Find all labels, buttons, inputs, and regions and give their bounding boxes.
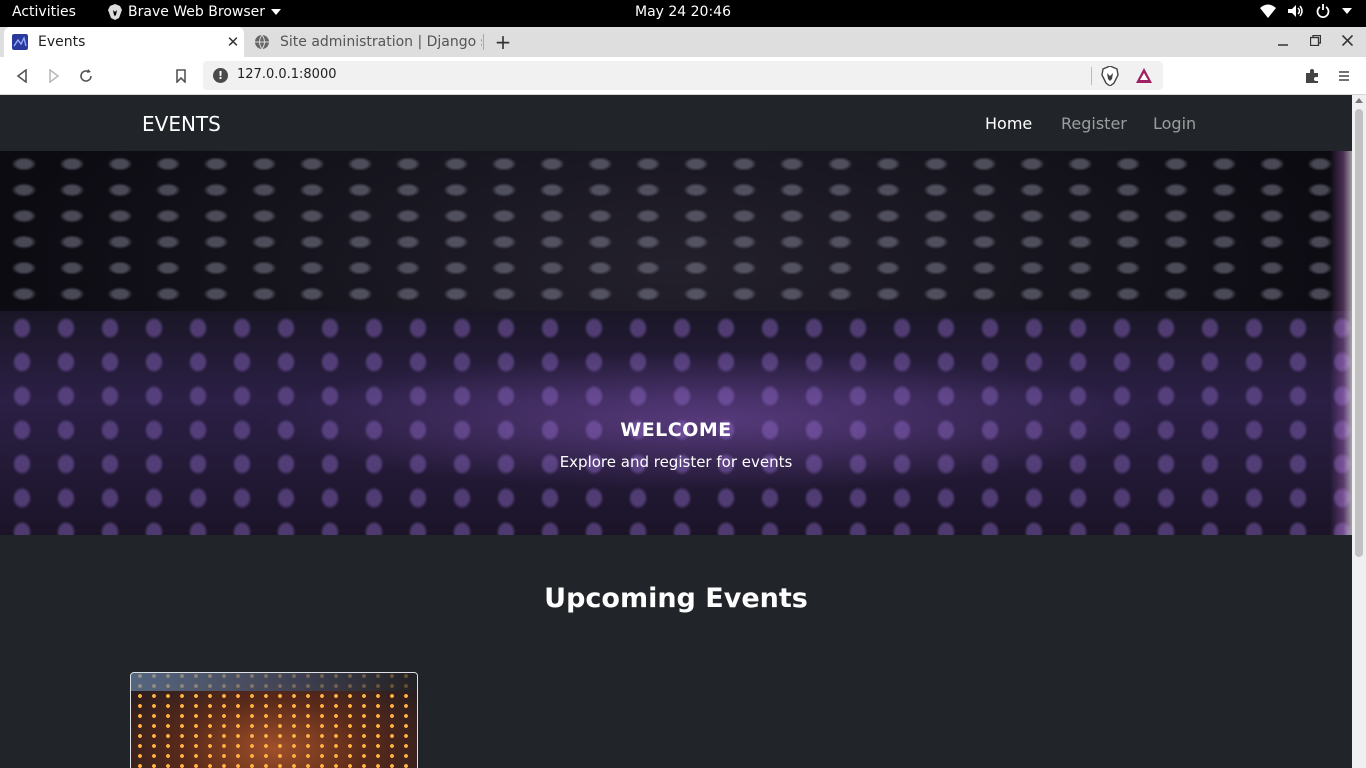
page-scrollbar[interactable] — [1352, 95, 1366, 768]
reload-icon — [80, 69, 92, 82]
address-bar-divider — [1091, 67, 1092, 85]
hero-heading: WELCOME — [620, 419, 732, 441]
nav-register[interactable]: Register — [1061, 114, 1127, 133]
close-tab-icon[interactable]: ✕ — [222, 33, 244, 51]
maximize-button[interactable] — [1299, 27, 1331, 57]
upcoming-events-heading: Upcoming Events — [544, 583, 808, 614]
hero-subtext: Explore and register for events — [559, 453, 793, 471]
close-icon — [1341, 34, 1353, 47]
site-navbar: EVENTS Home Register Login — [0, 95, 1352, 151]
app-menu-label: Brave Web Browser — [128, 4, 265, 20]
tab-title: Events — [38, 34, 86, 50]
back-button[interactable] — [11, 65, 33, 87]
events-favicon-icon — [12, 34, 28, 50]
reload-button[interactable] — [75, 65, 97, 87]
new-tab-button[interactable]: + — [492, 27, 514, 57]
brave-shields-icon[interactable] — [1101, 66, 1119, 86]
brave-rewards-icon[interactable] — [1135, 67, 1153, 85]
system-tray[interactable] — [1260, 4, 1352, 18]
brave-lion-icon — [108, 4, 122, 20]
event-card[interactable] — [130, 672, 418, 768]
back-icon — [16, 69, 27, 83]
tab-title: Site administration | Django s — [280, 34, 482, 50]
globe-icon — [255, 34, 269, 50]
tab-django-admin[interactable]: Site administration | Django s — [246, 27, 482, 57]
scrollbar-thumb[interactable] — [1355, 109, 1363, 557]
site-brand[interactable]: EVENTS — [142, 112, 221, 136]
nav-home[interactable]: Home — [985, 114, 1032, 133]
hero-ceiling-lights-image — [0, 151, 1352, 321]
restore-icon — [1309, 34, 1321, 47]
wifi-icon — [1260, 4, 1276, 18]
tab-divider — [483, 34, 484, 50]
scroll-up-icon[interactable] — [1355, 98, 1363, 103]
bookmark-icon — [176, 69, 186, 83]
hamburger-menu-icon — [1339, 71, 1349, 81]
site-info-icon[interactable]: ! — [213, 68, 228, 83]
caret-down-icon — [271, 9, 281, 15]
app-menu[interactable]: Brave Web Browser — [108, 4, 281, 20]
browser-toolbar: ! 127.0.0.1:8000 — [0, 57, 1366, 95]
menu-button[interactable] — [1333, 65, 1355, 87]
hero-edge-light — [1330, 151, 1352, 535]
url-text[interactable]: 127.0.0.1:8000 — [237, 67, 337, 82]
nav-login[interactable]: Login — [1153, 114, 1196, 133]
minimize-button[interactable] — [1267, 27, 1299, 57]
tab-events[interactable]: Events ✕ — [4, 27, 244, 57]
power-icon — [1316, 4, 1330, 18]
minimize-icon — [1278, 44, 1288, 46]
web-page: EVENTS Home Register Login WELCOME Explo… — [0, 95, 1352, 768]
forward-button[interactable] — [43, 65, 65, 87]
hero-banner: WELCOME Explore and register for events — [0, 151, 1352, 535]
address-bar[interactable]: ! 127.0.0.1:8000 — [203, 61, 1163, 90]
puzzle-icon — [1306, 69, 1318, 83]
chevron-down-icon — [1342, 8, 1352, 14]
event-card-image — [131, 673, 417, 691]
close-window-button[interactable] — [1331, 27, 1363, 57]
extensions-button[interactable] — [1301, 65, 1323, 87]
forward-icon — [49, 69, 60, 83]
activities-button[interactable]: Activities — [12, 4, 76, 20]
clock[interactable]: May 24 20:46 — [635, 4, 731, 20]
system-top-bar: Activities Brave Web Browser May 24 20:4… — [0, 0, 1366, 27]
tab-strip: Events ✕ Site administration | Django s — [0, 27, 1366, 57]
bookmark-button[interactable] — [170, 65, 192, 87]
volume-icon — [1288, 5, 1303, 17]
